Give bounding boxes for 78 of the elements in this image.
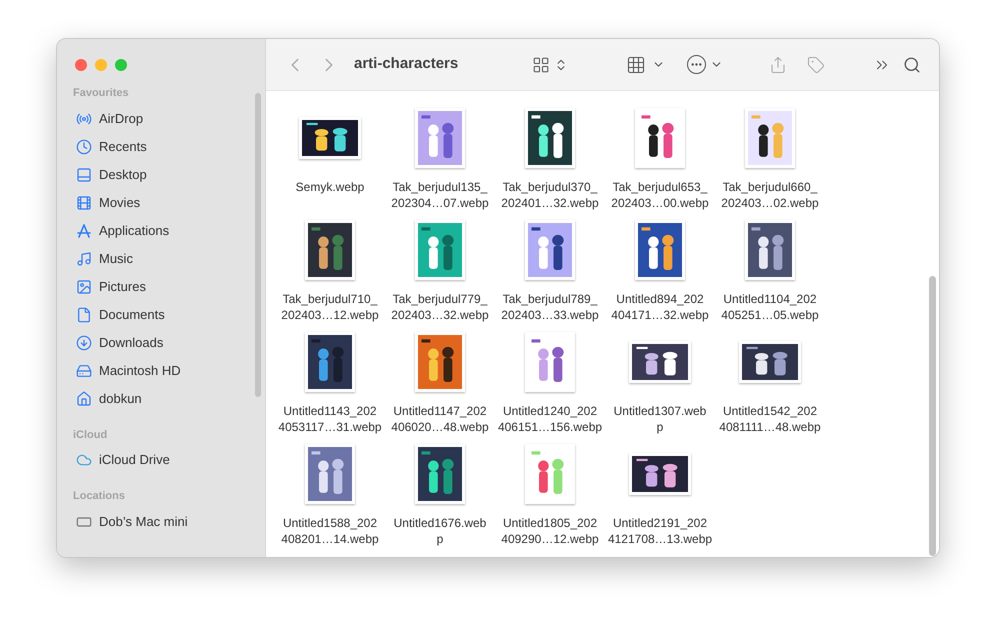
- file-item[interactable]: Tak_berjudul653_ 202403…00.webp: [605, 107, 715, 217]
- file-item[interactable]: Untitled1104_202 405251…05.webp: [715, 219, 825, 329]
- sidebar-item[interactable]: Applications: [57, 216, 265, 244]
- file-name: Tak_berjudul370_ 202401…32.webp: [501, 179, 599, 211]
- file-name: Untitled1542_202 4081111…48.webp: [719, 403, 821, 435]
- file-item[interactable]: Untitled2191_202 4121708…13.webp: [605, 443, 715, 553]
- file-item[interactable]: Untitled1307.web p: [605, 331, 715, 441]
- grid-view-icon[interactable]: [532, 56, 550, 74]
- file-item[interactable]: Untitled1676.web p: [385, 443, 495, 553]
- file-item[interactable]: Tak_berjudul779_ 202403…32.webp: [385, 219, 495, 329]
- sidebar-item[interactable]: iCloud Drive: [57, 446, 265, 474]
- file-item[interactable]: Semyk.webp: [275, 107, 385, 217]
- sidebar-item[interactable]: Downloads: [57, 328, 265, 356]
- file-name: Tak_berjudul789_ 202403…33.webp: [501, 291, 599, 323]
- sidebar-item[interactable]: AirDrop: [57, 104, 265, 132]
- compass-a-icon: [76, 222, 92, 238]
- sidebar-item[interactable]: Movies: [57, 188, 265, 216]
- file-name: Untitled1143_202 4053117…31.webp: [278, 403, 382, 435]
- file-name: Untitled894_202 404171…32.webp: [611, 291, 709, 323]
- file-name: Untitled2191_202 4121708…13.webp: [608, 515, 712, 547]
- file-item[interactable]: Untitled1240_202 406151…156.webp: [495, 331, 605, 441]
- scrollbar[interactable]: [255, 93, 261, 397]
- group-icon[interactable]: [626, 54, 646, 74]
- file-name: Tak_berjudul653_ 202403…00.webp: [611, 179, 709, 211]
- file-name: Untitled1307.web p: [614, 403, 706, 435]
- file-name: Tak_berjudul660_ 202403…02.webp: [721, 179, 819, 211]
- file-name: Tak_berjudul135_ 202304…07.webp: [391, 179, 489, 211]
- airdrop-icon: [76, 110, 92, 126]
- home-icon: [76, 390, 92, 406]
- file-item[interactable]: Untitled894_202 404171…32.webp: [605, 219, 715, 329]
- file-name: Untitled1104_202 405251…05.webp: [721, 291, 819, 323]
- search-icon[interactable]: [903, 56, 921, 74]
- file-item[interactable]: Tak_berjudul660_ 202403…02.webp: [715, 107, 825, 217]
- section-heading: Locations: [72, 489, 126, 504]
- sidebar-item[interactable]: Pictures: [57, 272, 265, 300]
- close-button[interactable]: [75, 59, 87, 71]
- file-name: Untitled1240_202 406151…156.webp: [498, 403, 602, 435]
- zoom-button[interactable]: [115, 59, 127, 71]
- sidebar-item[interactable]: Desktop: [57, 160, 265, 188]
- share-icon[interactable]: [769, 56, 787, 74]
- file-item[interactable]: Untitled1147_202 406020…48.webp: [385, 331, 495, 441]
- cloud-icon: [76, 452, 92, 468]
- file-item[interactable]: Untitled1805_202 409290…12.webp: [495, 443, 605, 553]
- minimize-button[interactable]: [95, 59, 107, 71]
- file-item[interactable]: Tak_berjudul370_ 202401…32.webp: [495, 107, 605, 217]
- file-name: Tak_berjudul710_ 202403…12.webp: [281, 291, 379, 323]
- file-name: Untitled1588_202 408201…14.webp: [281, 515, 379, 547]
- file-name: Semyk.webp: [296, 179, 364, 195]
- sidebar-item[interactable]: dobkun: [57, 384, 265, 412]
- file-item[interactable]: Tak_berjudul135_ 202304…07.webp: [385, 107, 495, 217]
- drive-icon: [76, 362, 92, 378]
- scrollbar[interactable]: [929, 276, 936, 556]
- sidebar-item[interactable]: Music: [57, 244, 265, 272]
- file-name: Tak_berjudul779_ 202403…32.webp: [391, 291, 489, 323]
- film-icon: [76, 194, 92, 210]
- file-name: Untitled1805_202 409290…12.webp: [501, 515, 599, 547]
- file-item[interactable]: Untitled1143_202 4053117…31.webp: [275, 331, 385, 441]
- document-icon: [76, 306, 92, 322]
- download-icon: [76, 334, 92, 350]
- file-name: Untitled1147_202 406020…48.webp: [391, 403, 489, 435]
- sidebar-item[interactable]: Dob’s Mac mini: [57, 508, 265, 536]
- section-heading: iCloud: [72, 428, 108, 442]
- tag-icon[interactable]: [807, 56, 825, 74]
- sidebar-item[interactable]: Documents: [57, 300, 265, 328]
- picture-icon: [76, 278, 92, 294]
- music-note-icon: [76, 250, 92, 266]
- section-heading: Favourites: [72, 86, 130, 101]
- file-item[interactable]: Tak_berjudul710_ 202403…12.webp: [275, 219, 385, 329]
- file-item[interactable]: Tak_berjudul789_ 202403…33.webp: [495, 219, 605, 329]
- clock-icon: [76, 138, 92, 154]
- sidebar-item[interactable]: Recents: [57, 132, 265, 160]
- more-icon[interactable]: [687, 55, 706, 74]
- file-item[interactable]: Untitled1588_202 408201…14.webp: [275, 443, 385, 553]
- file-item[interactable]: Untitled1542_202 4081111…48.webp: [715, 331, 825, 441]
- desktop-icon: [76, 166, 92, 182]
- file-name: Untitled1676.web p: [394, 515, 486, 547]
- window-title: arti-characters: [354, 54, 460, 74]
- sidebar-item[interactable]: Macintosh HD: [57, 356, 265, 384]
